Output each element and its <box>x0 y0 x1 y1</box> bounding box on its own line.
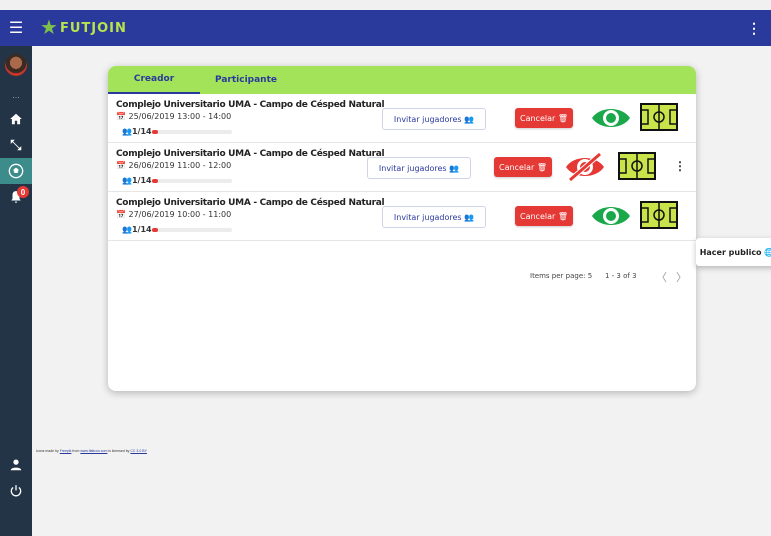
match-date: 📅 27/06/2019 10:00 - 11:00 <box>116 210 232 219</box>
match-title: Complejo Universitario UMA - Campo de Cé… <box>116 149 385 159</box>
sidebar-item-matches[interactable] <box>0 158 32 184</box>
icon-credits: Icons made by Freepik from www.flaticon.… <box>36 449 147 453</box>
sidebar-dots: ... <box>12 90 20 100</box>
invite-players-button[interactable]: Invitar jugadores 👥 <box>382 108 486 130</box>
page-range: 1 - 3 of 3 <box>605 272 637 280</box>
main-content: Creador Participante Complejo Universita… <box>32 46 771 536</box>
paginator: Items per page: 5 1 - 3 of 3 〈 〉 <box>108 262 696 290</box>
power-icon <box>10 485 22 497</box>
avatar[interactable] <box>5 54 27 76</box>
match-row: Complejo Universitario UMA - Campo de Cé… <box>108 143 696 192</box>
progress-fill <box>152 179 158 183</box>
match-players: 👥1/14 <box>122 225 152 234</box>
match-players: 👥1/14 <box>122 127 152 136</box>
invite-players-button[interactable]: Invitar jugadores 👥 <box>367 157 471 179</box>
chevron-left-icon[interactable]: 〈 <box>656 269 667 285</box>
home-icon <box>10 113 22 125</box>
items-per-page-label[interactable]: Items per page: 5 <box>530 272 592 280</box>
match-title: Complejo Universitario UMA - Campo de Cé… <box>116 198 385 208</box>
credit-site-link[interactable]: www.flaticon.com <box>80 449 107 453</box>
credit-license-link[interactable]: CC 3.0 BY <box>130 449 147 453</box>
eye-off-icon[interactable] <box>564 151 606 183</box>
players-progress <box>152 130 232 134</box>
app-logo[interactable]: ★ FUTJOIN <box>40 18 127 38</box>
eye-icon[interactable] <box>590 200 632 232</box>
match-date: 📅 25/06/2019 13:00 - 14:00 <box>116 112 232 121</box>
sidebar-item-profile[interactable] <box>0 452 32 478</box>
players-progress <box>152 179 232 183</box>
players-progress <box>152 228 232 232</box>
tab-bar: Creador Participante <box>108 66 696 94</box>
top-bar: ☰ ★ FUTJOIN ⋮ <box>0 10 771 46</box>
chevron-right-icon[interactable]: 〉 <box>676 269 687 285</box>
cancel-button[interactable]: Cancelar 🗑 <box>494 157 552 177</box>
tools-icon <box>10 139 22 151</box>
soccer-field-icon[interactable] <box>640 201 678 229</box>
app-frame: ☰ ★ FUTJOIN ⋮ ... 0 Creador Participante… <box>0 0 771 536</box>
user-icon <box>10 459 22 471</box>
cancel-button[interactable]: Cancelar 🗑 <box>515 108 573 128</box>
star-logo-icon: ★ <box>40 17 58 39</box>
match-date: 📅 26/06/2019 11:00 - 12:00 <box>116 161 232 170</box>
tab-participante[interactable]: Participante <box>200 66 292 94</box>
make-public-menu-item[interactable]: Hacer publico 🌐 <box>696 238 771 266</box>
row-more-icon[interactable]: ⋮ <box>674 159 686 173</box>
sidebar-item-home[interactable] <box>0 106 32 132</box>
soccer-field-icon[interactable] <box>640 103 678 131</box>
notification-badge: 0 <box>17 186 29 198</box>
tab-creador[interactable]: Creador <box>108 66 200 94</box>
soccer-ball-icon <box>8 163 24 179</box>
cancel-button[interactable]: Cancelar 🗑 <box>515 206 573 226</box>
sidebar-item-logout[interactable] <box>0 478 32 504</box>
invite-players-button[interactable]: Invitar jugadores 👥 <box>382 206 486 228</box>
sidebar-item-notifications[interactable]: 0 <box>0 184 32 210</box>
progress-fill <box>152 130 158 134</box>
match-row: Complejo Universitario UMA - Campo de Cé… <box>108 94 696 143</box>
progress-fill <box>152 228 158 232</box>
match-title: Complejo Universitario UMA - Campo de Cé… <box>116 100 385 110</box>
eye-icon[interactable] <box>590 102 632 134</box>
menu-icon[interactable]: ☰ <box>0 10 32 46</box>
matches-card: Creador Participante Complejo Universita… <box>108 66 696 391</box>
app-logo-text: FUTJOIN <box>59 20 127 36</box>
match-players: 👥1/14 <box>122 176 152 185</box>
soccer-field-icon[interactable] <box>618 152 656 180</box>
more-vert-icon[interactable]: ⋮ <box>747 10 761 46</box>
credit-author-link[interactable]: Freepik <box>60 449 72 453</box>
sidebar-item-tools[interactable] <box>0 132 32 158</box>
sidebar: ... 0 <box>0 46 32 536</box>
match-row: Complejo Universitario UMA - Campo de Cé… <box>108 192 696 241</box>
